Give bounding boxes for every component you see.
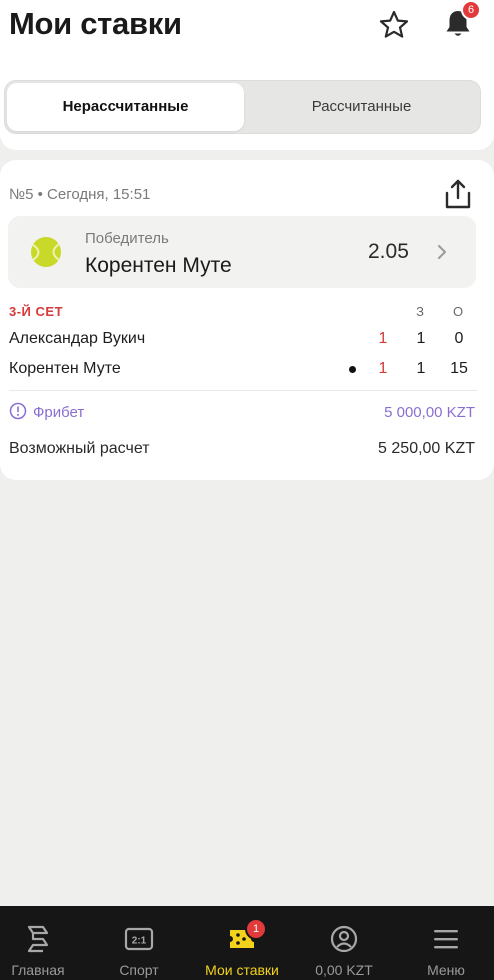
home-icon [27,925,49,953]
nav-item-sport[interactable]: 2:1 Спорт [101,906,177,980]
bottom-navigation: Главная 2:1 Спорт 1 Мои ставки 0,00 KZT [0,906,494,980]
freebet-label: Фрибет [33,404,85,421]
svg-text:2:1: 2:1 [132,936,147,947]
tennis-ball-icon [31,237,61,267]
star-icon [379,10,409,38]
top-bar: Мои ставки 6 [0,0,494,62]
serving-indicator-icon [349,366,356,373]
bet-selection[interactable]: Победитель Корентен Муте 2.05 [8,216,476,288]
scoreboard-column-points: О [452,304,464,319]
divider [9,390,477,391]
page-title: Мои ставки [9,6,182,41]
points-score: 0 [454,330,464,347]
my-bets-count-badge: 1 [245,918,267,940]
current-set-score: 1 [378,330,388,347]
info-icon[interactable] [9,402,27,420]
points-score: 15 [450,360,468,377]
share-button[interactable] [443,178,473,210]
bet-status-tabs-panel: Нерассчитанные Рассчитанные [0,62,494,150]
tab-unsettled[interactable]: Нерассчитанные [7,83,244,131]
freebet-amount: 5 000,00 KZT [384,404,475,421]
nav-item-home[interactable]: Главная [0,906,76,980]
player-name: Корентен Муте [9,360,121,377]
bet-card[interactable]: №5 • Сегодня, 15:51 Победитель Корентен … [0,160,494,480]
market-name: Победитель [85,230,169,247]
account-icon [330,925,358,953]
share-icon [445,179,471,209]
notification-count-badge: 6 [461,0,481,20]
nav-item-my-bets[interactable]: 1 Мои ставки [196,906,288,980]
chevron-right-icon [438,245,446,259]
possible-payout-label: Возможный расчет [9,440,150,457]
tab-settled[interactable]: Рассчитанные [245,83,478,131]
scoreboard-icon: 2:1 [124,927,154,951]
scoreboard-column-sets: З [416,304,424,319]
current-set-score: 1 [378,360,388,377]
nav-label-sport: Спорт [119,962,159,978]
favorites-button[interactable] [377,8,411,42]
nav-item-balance[interactable]: 0,00 KZT [303,906,385,980]
nav-label-balance: 0,00 KZT [315,962,373,978]
nav-label-my-bets: Мои ставки [205,962,279,978]
possible-payout-amount: 5 250,00 KZT [378,440,475,457]
player-name: Александар Вукич [9,330,146,347]
odds-value: 2.05 [368,240,409,263]
live-period-label: 3-Й СЕТ [9,304,64,319]
sets-score: 1 [416,330,426,347]
nav-label-menu: Меню [427,962,465,978]
bet-status-tabs: Нерассчитанные Рассчитанные [4,80,481,134]
sets-score: 1 [416,360,426,377]
selection-name: Корентен Муте [85,254,232,277]
nav-label-home: Главная [11,962,65,978]
menu-icon [434,930,458,949]
nav-item-menu[interactable]: Меню [412,906,480,980]
bet-number-time: №5 • Сегодня, 15:51 [9,186,151,203]
